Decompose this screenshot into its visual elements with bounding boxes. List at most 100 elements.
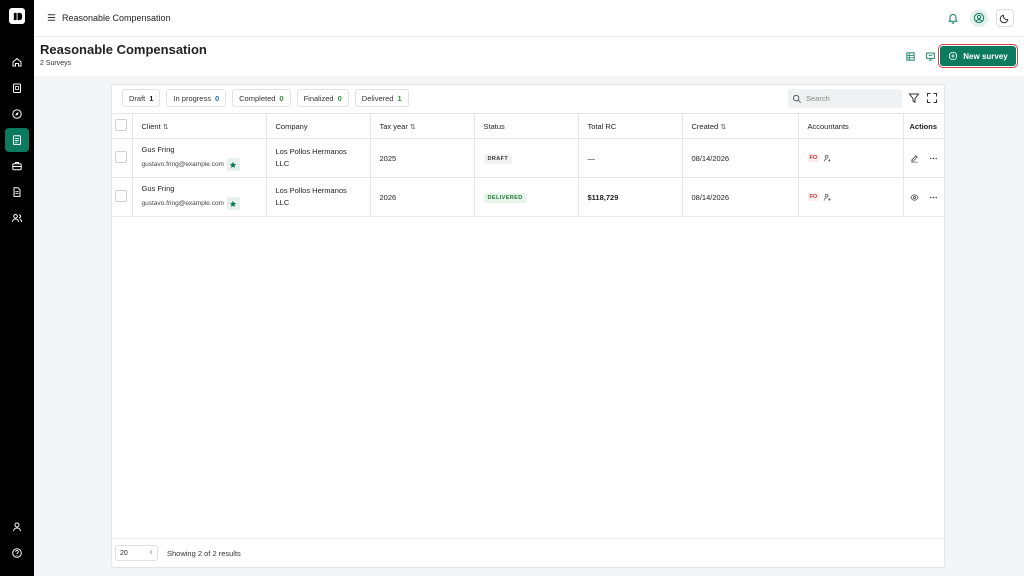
new-survey-button[interactable]: New survey <box>938 44 1018 68</box>
notifications-button[interactable] <box>944 9 962 27</box>
filter-label: Draft <box>129 93 146 103</box>
theme-toggle-button[interactable] <box>996 9 1014 27</box>
new-survey-label: New survey <box>963 51 1008 61</box>
filter-finalized[interactable]: Finalized 0 <box>296 89 349 107</box>
column-created[interactable]: Created ⇅ <box>682 113 799 139</box>
tax-year-cell: 2025 <box>370 138 475 178</box>
row-select-cell <box>112 177 133 217</box>
more-options-icon[interactable] <box>929 154 938 163</box>
menu-icon[interactable] <box>46 12 57 23</box>
favorite-badge[interactable] <box>226 158 240 171</box>
filter-label: Completed <box>239 93 276 103</box>
client-name[interactable]: Gus Fring <box>142 145 266 154</box>
nav-briefcase[interactable] <box>5 154 29 178</box>
nav-users[interactable] <box>5 206 29 230</box>
app-logo[interactable] <box>9 8 25 24</box>
client-email: gustavo.fring@example.com <box>141 161 224 168</box>
document-icon <box>13 135 21 145</box>
page-title: Reasonable Compensation <box>40 42 207 57</box>
column-label: Actions <box>909 121 938 131</box>
home-icon <box>12 57 22 67</box>
client-name[interactable]: Gus Fring <box>142 184 266 193</box>
filter-in-progress[interactable]: In progress 0 <box>166 89 227 107</box>
more-options-icon[interactable] <box>929 193 938 202</box>
column-company: Company <box>266 113 371 139</box>
chevron-updown-icon: ⇕ <box>148 550 153 556</box>
nav-clipboard[interactable] <box>5 76 29 100</box>
surveys-card: Draft 1 In progress 0 Completed 0 Finalized… <box>111 84 945 568</box>
accountants-cell: FO <box>798 177 904 217</box>
nav-reports[interactable] <box>5 180 29 204</box>
nav-compass[interactable] <box>5 102 29 126</box>
sort-icon[interactable]: ⇅ <box>410 124 416 131</box>
sort-icon[interactable]: ⇅ <box>720 124 726 131</box>
page-size-value: 20 <box>120 549 128 557</box>
filter-count: 1 <box>149 93 154 103</box>
column-label: Client <box>141 121 161 131</box>
client-cell: Gus Fring gustavo.fring@example.com <box>132 138 267 178</box>
filter-count: 0 <box>214 93 220 103</box>
company-cell: Los Pollos Hermanos LLC <box>266 138 371 178</box>
column-total-rc: Total RC <box>578 113 683 139</box>
search-icon <box>793 94 802 103</box>
client-cell: Gus Fring gustavo.fring@example.com <box>132 177 267 217</box>
filter-delivered[interactable]: Delivered 1 <box>354 89 409 107</box>
column-label: Tax year <box>379 121 408 131</box>
table-row[interactable]: Gus Fring gustavo.fring@example.com Los … <box>112 138 944 178</box>
filter-icon[interactable] <box>908 92 920 104</box>
accountant-avatar: FO <box>807 193 820 201</box>
favorite-badge[interactable] <box>226 197 240 210</box>
moon-icon <box>999 14 1009 24</box>
column-label: Created <box>691 121 719 131</box>
company-name: Los Pollos Hermanos <box>275 186 347 195</box>
created-cell: 08/14/2026 <box>682 138 799 178</box>
status-filters: Draft 1 In progress 0 Completed 0 Finalized… <box>122 89 409 107</box>
filter-label: Delivered <box>361 93 394 103</box>
column-client[interactable]: Client ⇅ <box>132 113 267 139</box>
survey-count: 2 Surveys <box>40 60 72 67</box>
star-icon <box>230 200 237 207</box>
company-name-suffix: LLC <box>275 198 290 207</box>
total-rc-cell: — <box>578 138 683 178</box>
company-cell: Los Pollos Hermanos LLC <box>266 177 371 217</box>
column-label: Status <box>483 121 505 131</box>
user-icon <box>13 522 21 532</box>
status-cell: DELIVERED <box>474 177 579 217</box>
top-bar: Reasonable Compensation <box>34 0 1024 37</box>
view-icon[interactable] <box>909 193 919 202</box>
row-checkbox[interactable] <box>115 151 127 163</box>
page-header: Reasonable Compensation 2 Surveys New su… <box>34 37 1024 76</box>
fullscreen-icon[interactable] <box>926 92 938 104</box>
accountant-avatar: FO <box>807 154 820 162</box>
nav-profile[interactable] <box>5 515 29 539</box>
total-rc-cell: $118,729 <box>578 177 683 217</box>
column-tax-year[interactable]: Tax year ⇅ <box>370 113 475 139</box>
nav-help[interactable] <box>5 541 29 565</box>
created-cell: 08/14/2026 <box>682 177 799 217</box>
filter-completed[interactable]: Completed 0 <box>232 89 291 107</box>
company-name-suffix: LLC <box>275 159 290 168</box>
nav-home[interactable] <box>5 50 29 74</box>
results-summary: Showing 2 of 2 results <box>167 549 241 558</box>
user-circle-icon <box>973 12 985 24</box>
filter-draft[interactable]: Draft 1 <box>122 89 161 107</box>
sort-icon[interactable]: ⇅ <box>163 124 169 131</box>
assign-user-icon[interactable] <box>823 154 832 163</box>
table-view-icon[interactable] <box>905 51 916 62</box>
select-all-cell <box>112 113 133 139</box>
select-all-checkbox[interactable] <box>115 119 127 131</box>
page-size-select[interactable]: 20 ⇕ <box>115 545 158 561</box>
search-input[interactable] <box>806 94 896 103</box>
logo-icon <box>13 12 22 20</box>
account-button[interactable] <box>970 9 988 27</box>
edit-icon[interactable] <box>910 154 919 163</box>
present-view-icon[interactable] <box>925 51 936 62</box>
status-badge: DELIVERED <box>483 192 527 203</box>
row-checkbox[interactable] <box>115 190 127 202</box>
column-accountants: Accountants <box>798 113 904 139</box>
assign-user-icon[interactable] <box>823 193 832 202</box>
star-icon <box>230 161 237 168</box>
nav-reasonable-compensation[interactable] <box>5 128 29 152</box>
table-row[interactable]: Gus Fring gustavo.fring@example.com Los … <box>112 177 944 217</box>
row-select-cell <box>112 138 133 178</box>
